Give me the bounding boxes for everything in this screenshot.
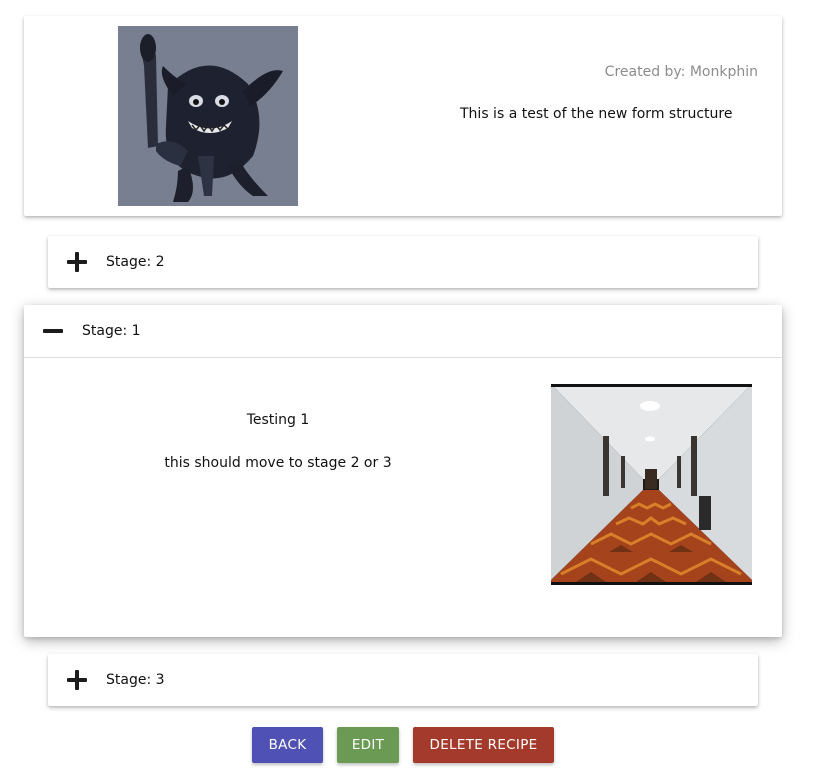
stage-panel-2: Stage: 2	[48, 236, 758, 288]
stage-body: Testing 1 this should move to stage 2 or…	[24, 358, 782, 636]
created-by-text: Created by: Monkphin	[604, 64, 758, 80]
plus-icon[interactable]	[66, 251, 88, 273]
stage-text: this should move to stage 2 or 3	[164, 455, 392, 471]
stage-header-1[interactable]: Stage: 1	[24, 305, 782, 358]
recipe-image	[118, 26, 298, 206]
recipe-description: This is a test of the new form structure	[460, 106, 733, 122]
delete-recipe-button[interactable]: DELETE RECIPE	[413, 727, 554, 763]
back-button[interactable]: BACK	[252, 727, 323, 763]
stage-header-2[interactable]: Stage: 2	[66, 236, 740, 288]
edit-button[interactable]: EDIT	[337, 727, 399, 763]
stage-label: Stage: 1	[82, 323, 141, 339]
action-bar: BACK EDIT DELETE RECIPE	[0, 727, 818, 763]
stage-image	[551, 384, 752, 585]
stage-title: Testing 1	[246, 412, 310, 428]
recipe-card: Created by: Monkphin This is a test of t…	[24, 16, 782, 216]
stage-header-3[interactable]: Stage: 3	[66, 654, 740, 706]
stage-panel-1: Stage: 1 Testing 1 this should move to s…	[24, 305, 782, 637]
stage-panel-3: Stage: 3	[48, 654, 758, 706]
minus-icon[interactable]	[42, 320, 64, 342]
stage-label: Stage: 3	[106, 672, 165, 688]
stage-label: Stage: 2	[106, 254, 165, 270]
plus-icon[interactable]	[66, 669, 88, 691]
